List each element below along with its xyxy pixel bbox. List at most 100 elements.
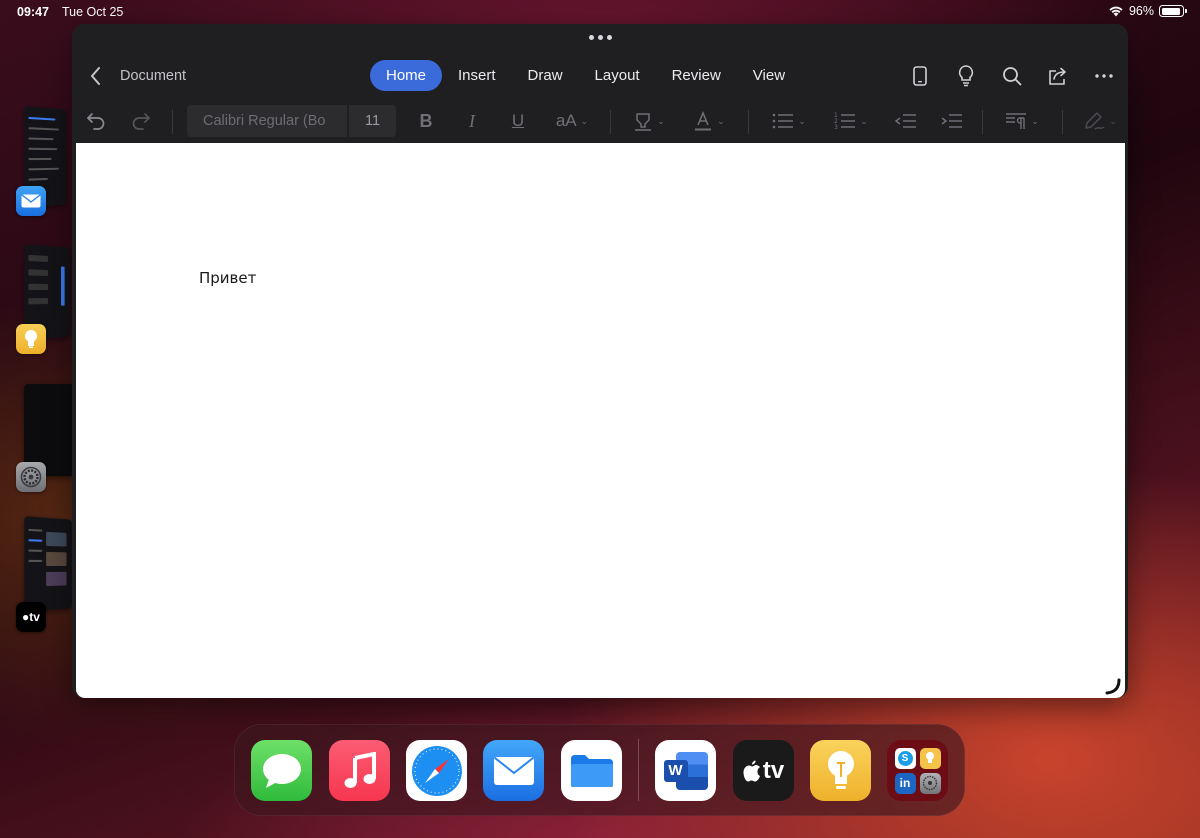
dock-divider xyxy=(638,739,639,801)
tab-draw[interactable]: Draw xyxy=(512,60,579,91)
skype-letter: S xyxy=(897,750,913,766)
italic-button[interactable]: I xyxy=(458,107,486,135)
ribbon-separator xyxy=(610,110,611,134)
gear-icon xyxy=(16,462,46,492)
ribbon-separator xyxy=(748,110,749,134)
paragraph-button[interactable]: ⌄ xyxy=(1000,107,1044,135)
tab-layout[interactable]: Layout xyxy=(579,60,656,91)
lightbulb-icon xyxy=(919,747,941,769)
battery-percent: 96% xyxy=(1128,4,1154,18)
mail-icon xyxy=(16,186,46,216)
chevron-down-icon: ⌄ xyxy=(657,115,665,126)
battery-tip xyxy=(1185,9,1187,13)
redo-icon[interactable] xyxy=(127,107,155,135)
apple-tv-icon: ●tv xyxy=(16,602,46,632)
word-letter: W xyxy=(663,759,688,782)
chevron-down-icon: ⌄ xyxy=(798,115,806,126)
highlight-button[interactable]: ⌄ xyxy=(628,107,670,135)
stage-thumbnail-apple-tv[interactable] xyxy=(24,516,72,612)
status-bar: 09:47 Tue Oct 25 96% xyxy=(0,0,1200,24)
dock-app-word[interactable]: W xyxy=(655,740,716,801)
font-color-icon xyxy=(695,111,712,131)
lightbulb-icon xyxy=(827,750,854,789)
bold-button[interactable]: B xyxy=(412,107,440,135)
dock-app-safari[interactable] xyxy=(406,740,467,801)
document-body-text[interactable]: Привет xyxy=(199,269,256,287)
dock: W tv S in xyxy=(234,724,965,816)
paragraph-icon xyxy=(1006,113,1027,129)
lightbulb-icon[interactable] xyxy=(952,62,980,90)
dock-app-library[interactable]: S in xyxy=(887,740,948,801)
svg-text:3: 3 xyxy=(834,124,838,131)
battery-fill xyxy=(1161,7,1180,15)
ribbon-tabs: Home Insert Draw Layout Review View xyxy=(370,60,801,91)
document-title[interactable]: Document xyxy=(120,68,186,84)
word-icon: W xyxy=(663,751,708,790)
home-ribbon: Calibri Regular (Bo 11 B I U aA ⌄ ⌄ ⌄ ⌄ 1… xyxy=(72,102,1128,142)
share-icon[interactable] xyxy=(1044,62,1072,90)
chevron-down-icon: ⌄ xyxy=(580,115,589,126)
apple-tv-icon: tv xyxy=(743,757,784,785)
multitasking-menu-icon[interactable] xyxy=(588,33,612,41)
document-page[interactable]: Привет xyxy=(76,143,1125,698)
bulleted-list-icon xyxy=(772,113,794,129)
wifi-icon xyxy=(1109,6,1123,17)
gear-icon xyxy=(919,772,941,794)
tab-review[interactable]: Review xyxy=(656,60,737,91)
numbering-button[interactable]: 123 ⌄ xyxy=(830,107,872,135)
chevron-down-icon: ⌄ xyxy=(717,115,725,126)
word-window[interactable]: Document Home Insert Draw Layout Review … xyxy=(72,24,1128,698)
change-case-label: aA xyxy=(555,111,577,130)
more-icon[interactable] xyxy=(1090,62,1118,90)
tab-insert[interactable]: Insert xyxy=(442,60,512,91)
chevron-down-icon: ⌄ xyxy=(1031,115,1039,126)
lightbulb-icon xyxy=(16,324,46,354)
music-icon xyxy=(344,751,376,788)
safari-icon xyxy=(411,745,462,796)
styles-pen-icon xyxy=(1085,112,1105,130)
files-icon xyxy=(570,754,613,787)
highlighter-icon xyxy=(635,113,652,131)
mail-icon xyxy=(493,756,534,785)
tab-home[interactable]: Home xyxy=(370,60,443,91)
ribbon-separator xyxy=(1062,110,1063,134)
numbered-list-icon: 123 xyxy=(834,112,856,131)
search-icon[interactable] xyxy=(998,62,1026,90)
styles-button[interactable]: ⌄ xyxy=(1078,107,1122,135)
status-time: 09:47 xyxy=(17,5,49,19)
linkedin-icon: in xyxy=(894,772,916,794)
title-row: Document Home Insert Draw Layout Review … xyxy=(72,56,1128,96)
apple-tv-label: tv xyxy=(762,756,785,784)
chevron-down-icon: ⌄ xyxy=(1109,115,1117,126)
dock-app-apple-tv[interactable]: tv xyxy=(733,740,794,801)
skype-icon: S xyxy=(894,747,916,769)
font-color-button[interactable]: ⌄ xyxy=(688,107,730,135)
ribbon-separator xyxy=(982,110,983,134)
increase-indent-icon[interactable] xyxy=(938,107,966,135)
messages-icon xyxy=(262,753,301,788)
back-chevron-icon[interactable] xyxy=(84,64,108,88)
bullets-button[interactable]: ⌄ xyxy=(768,107,810,135)
dock-app-music[interactable] xyxy=(329,740,390,801)
dock-app-messages[interactable] xyxy=(251,740,312,801)
underline-button[interactable]: U xyxy=(504,107,532,135)
font-name-field[interactable]: Calibri Regular (Bo xyxy=(187,105,347,137)
status-date: Tue Oct 25 xyxy=(62,5,124,19)
battery-icon xyxy=(1159,5,1187,17)
app-folder-icon: S in xyxy=(894,747,941,794)
dock-app-tips[interactable] xyxy=(810,740,871,801)
undo-icon[interactable] xyxy=(82,107,110,135)
font-size-field[interactable]: 11 xyxy=(349,105,396,137)
title-tools xyxy=(906,62,1118,90)
dock-app-files[interactable] xyxy=(561,740,622,801)
status-right: 96% xyxy=(1108,4,1187,18)
dock-app-mail[interactable] xyxy=(483,740,544,801)
ribbon-separator xyxy=(172,110,173,134)
phone-view-icon[interactable] xyxy=(906,62,934,90)
chevron-down-icon: ⌄ xyxy=(860,115,868,126)
decrease-indent-icon[interactable] xyxy=(892,107,920,135)
change-case-button[interactable]: aA ⌄ xyxy=(550,107,594,135)
window-resize-handle[interactable] xyxy=(1103,677,1121,695)
apple-tv-label: tv xyxy=(29,610,40,624)
tab-view[interactable]: View xyxy=(737,60,801,91)
